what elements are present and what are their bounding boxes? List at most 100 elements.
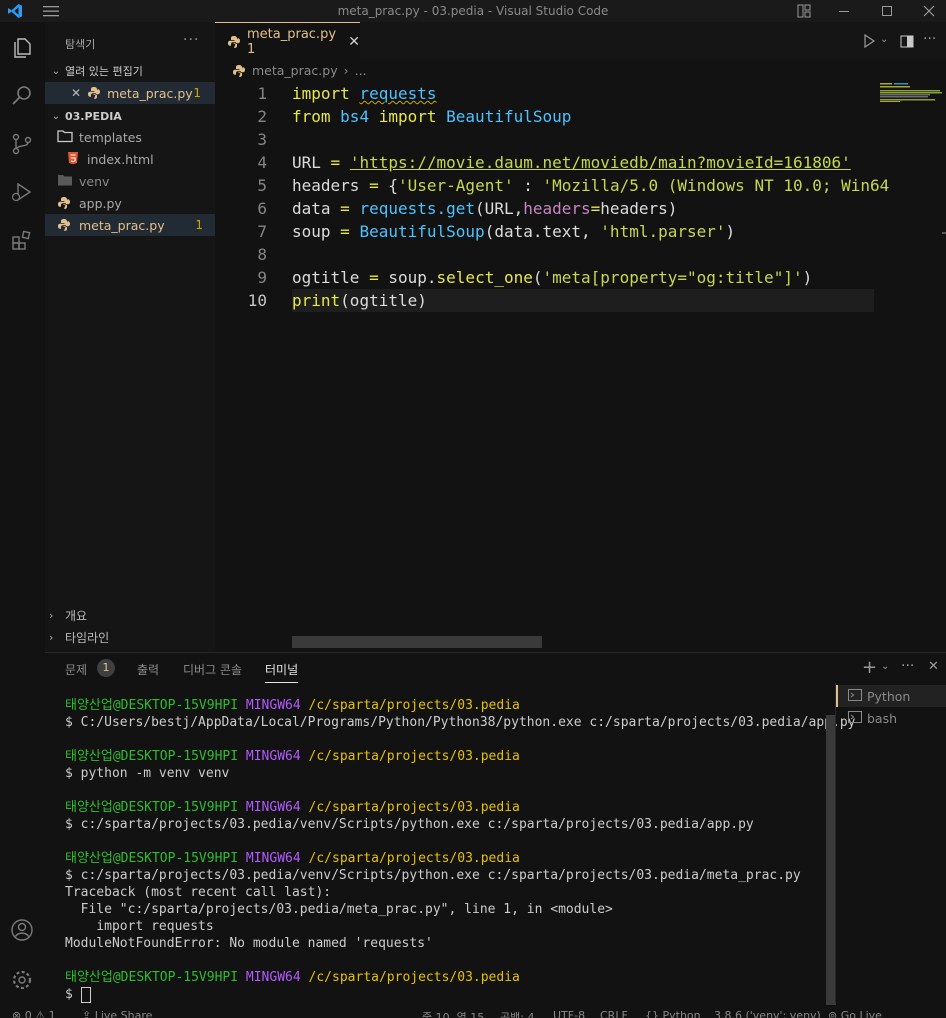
- terminal-icon: [848, 710, 862, 726]
- timeline-section[interactable]: › 타임라인: [45, 626, 215, 648]
- tree-item-label: app.py: [79, 195, 122, 211]
- tab-terminal[interactable]: 터미널: [265, 661, 299, 683]
- folder-icon: [57, 129, 73, 146]
- terminal-item-python[interactable]: Python: [836, 685, 946, 707]
- traceback-line: File "c:/sparta/projects/03.pedia/meta_p…: [65, 902, 613, 917]
- terminal-item-label: bash: [867, 710, 898, 726]
- explorer-sidebar: 탐색기 ··· ⌄ 열려 있는 편집기 ✕ meta_prac.py 1 ⌄ 0…: [45, 22, 215, 652]
- minimap[interactable]: [880, 82, 942, 102]
- terminal-prompt-line: 태양산업@DESKTOP-15V9HPI MINGW64 /c/sparta/p…: [65, 851, 520, 866]
- tab-meta-prac-py[interactable]: meta_prac.py 1 ✕: [215, 22, 360, 60]
- terminal-list: Python bash: [835, 683, 946, 1003]
- explorer-icon[interactable]: [8, 34, 36, 62]
- terminal-item-bash[interactable]: bash: [836, 707, 946, 729]
- editor-more-icon[interactable]: ···: [923, 31, 936, 47]
- line-number: 6: [257, 199, 267, 218]
- code-line-4: URL = 'https://movie.daum.net/moviedb/ma…: [292, 153, 851, 172]
- problem-count-badge: 1: [193, 86, 201, 100]
- open-editors-label: 열려 있는 편집기: [65, 65, 143, 78]
- more-actions-icon[interactable]: ···: [183, 32, 199, 48]
- code-line-2: from bs4 import BeautifulSoup: [292, 107, 572, 126]
- tab-debug-console[interactable]: 디버그 콘솔: [183, 661, 242, 678]
- source-control-icon[interactable]: [8, 130, 36, 158]
- go-live-status[interactable]: ⊚ Go Live: [828, 1009, 882, 1018]
- outline-section[interactable]: › 개요: [45, 604, 215, 626]
- line-number: 7: [257, 222, 267, 241]
- title-bar: meta_prac.py - 03.pedia - Visual Studio …: [0, 0, 946, 22]
- new-terminal-plus-icon[interactable]: +: [862, 657, 877, 678]
- folder-header[interactable]: ⌄ 03.PEDIA: [45, 105, 215, 127]
- split-editor-icon[interactable]: [900, 35, 914, 52]
- panel-more-icon[interactable]: ···: [901, 658, 914, 674]
- terminal-prompt-line: 태양산업@DESKTOP-15V9HPI MINGW64 /c/sparta/p…: [65, 749, 520, 764]
- explorer-title: 탐색기: [65, 38, 96, 51]
- line-number: 10: [247, 291, 267, 310]
- code-editor[interactable]: 1 2 3 4 5 6 7 8 9 10 import requests fro…: [215, 82, 889, 642]
- interpreter-status[interactable]: 3.8.6 ('venv': venv): [714, 1009, 821, 1018]
- code-line-7: soup = BeautifulSoup(data.text, 'html.pa…: [292, 222, 736, 241]
- minimize-icon[interactable]: [835, 0, 853, 22]
- encoding-status[interactable]: UTF-8: [553, 1009, 585, 1018]
- tree-item-templates[interactable]: templates: [45, 126, 215, 148]
- tree-item-label: venv: [79, 173, 110, 189]
- tree-item-app-py[interactable]: app.py: [45, 192, 215, 214]
- line-number: 1: [257, 84, 267, 103]
- outline-label: 개요: [65, 608, 88, 623]
- terminal-command: $ python -m venv venv: [65, 766, 230, 781]
- eol-status[interactable]: CRLF: [600, 1009, 628, 1018]
- close-icon[interactable]: ✕: [71, 86, 81, 100]
- open-editors-header[interactable]: ⌄ 열려 있는 편집기: [45, 60, 215, 82]
- tree-item-index-html[interactable]: index.html: [45, 148, 215, 170]
- chevron-down-icon: ⌄: [51, 110, 61, 122]
- terminal-output[interactable]: 태양산업@DESKTOP-15V9HPI MINGW64 /c/sparta/p…: [65, 697, 856, 1003]
- run-debug-icon[interactable]: [8, 178, 36, 206]
- search-icon[interactable]: [8, 82, 36, 110]
- terminal-input-line[interactable]: $: [65, 986, 825, 1003]
- tab-label: meta_prac.py 1: [247, 26, 337, 57]
- open-editor-item[interactable]: ✕ meta_prac.py 1: [45, 82, 215, 104]
- problems-status[interactable]: ⊗ 0 ⚠ 1: [12, 1009, 56, 1018]
- layout-icon[interactable]: [795, 0, 813, 22]
- terminal-prompt-line: 태양산업@DESKTOP-15V9HPI MINGW64 /c/sparta/p…: [65, 800, 520, 815]
- run-dropdown-chevron-icon[interactable]: ⌄: [880, 34, 888, 45]
- horizontal-scrollbar[interactable]: [292, 636, 542, 648]
- chevron-right-icon: ›: [49, 630, 54, 644]
- overview-ruler-mark: [942, 232, 946, 234]
- breadcrumb-symbol[interactable]: ...: [355, 63, 367, 78]
- tree-item-venv[interactable]: venv: [45, 170, 215, 192]
- terminal-dropdown-chevron-icon[interactable]: ⌄: [881, 661, 889, 672]
- close-window-icon[interactable]: [920, 0, 938, 22]
- problems-count-badge: 1: [97, 659, 115, 677]
- tab-output[interactable]: 출력: [137, 661, 159, 678]
- tab-problems[interactable]: 문제: [65, 661, 87, 678]
- python-icon: [57, 196, 71, 210]
- line-number: 4: [257, 153, 267, 172]
- language-status[interactable]: {} Python: [645, 1009, 701, 1018]
- python-icon: [227, 35, 241, 49]
- terminal-prompt-line: 태양산업@DESKTOP-15V9HPI MINGW64 /c/sparta/p…: [65, 970, 520, 985]
- code-line-1: import requests: [292, 84, 437, 103]
- tree-item-meta-prac-py[interactable]: meta_prac.py 1: [45, 214, 215, 236]
- settings-gear-icon[interactable]: [8, 966, 36, 994]
- status-bar: ⊗ 0 ⚠ 1 ⇪ Live Share 줄 10, 열 15 공백: 4 UT…: [0, 1008, 946, 1018]
- python-icon: [232, 64, 246, 78]
- extensions-icon[interactable]: [8, 226, 36, 254]
- cursor-position[interactable]: 줄 10, 열 15: [422, 1009, 484, 1018]
- run-icon[interactable]: [863, 33, 876, 52]
- close-tab-icon[interactable]: ✕: [348, 34, 360, 50]
- breadcrumb-file[interactable]: meta_prac.py: [252, 63, 338, 78]
- python-icon: [57, 218, 71, 232]
- terminal-command: $ c:/sparta/projects/03.pedia/venv/Scrip…: [65, 817, 754, 832]
- live-share-status[interactable]: ⇪ Live Share: [82, 1009, 152, 1018]
- chevron-right-icon: ›: [343, 63, 349, 78]
- line-number: 5: [257, 176, 267, 195]
- maximize-icon[interactable]: [878, 0, 896, 22]
- traceback-line: Traceback (most recent call last):: [65, 885, 332, 900]
- code-line-6: data = requests.get(URL,headers=headers): [292, 199, 678, 218]
- account-icon[interactable]: [8, 916, 36, 944]
- terminal-icon: [848, 688, 862, 704]
- close-panel-icon[interactable]: ✕: [928, 659, 939, 674]
- editor-tabs: meta_prac.py 1 ✕ ⌄ ···: [215, 22, 946, 60]
- html-icon: [67, 151, 79, 168]
- indentation-status[interactable]: 공백: 4: [500, 1009, 534, 1018]
